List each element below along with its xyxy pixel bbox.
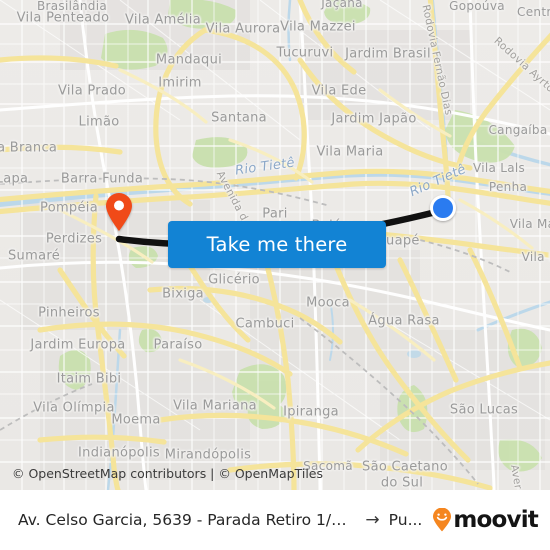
moovit-wordmark: moovit — [453, 507, 538, 533]
origin-pin-icon[interactable] — [104, 192, 134, 232]
take-me-there-button[interactable]: Take me there — [168, 221, 386, 268]
map-attribution[interactable]: © OpenStreetMap contributors | © OpenMap… — [12, 466, 323, 481]
moovit-map-widget: Brasilândia Vila Penteado Vila Amélia Vila … — [0, 0, 550, 550]
bottom-bar: Av. Celso Garcia, 5639 - Parada Retiro 1… — [0, 490, 550, 550]
destination-dot-icon[interactable] — [430, 195, 456, 221]
route-destination-label: Pu... — [388, 511, 423, 529]
moovit-logo[interactable]: moovit — [432, 507, 539, 533]
arrow-right-icon: → — [365, 510, 380, 530]
route-origin-label: Av. Celso Garcia, 5639 - Parada Retiro 1… — [18, 511, 357, 529]
moovit-pin-icon — [433, 508, 452, 532]
map-viewport[interactable]: Brasilândia Vila Penteado Vila Amélia Vila … — [0, 0, 550, 490]
take-me-there-label: Take me there — [206, 233, 348, 256]
route-summary[interactable]: Av. Celso Garcia, 5639 - Parada Retiro 1… — [18, 510, 422, 530]
